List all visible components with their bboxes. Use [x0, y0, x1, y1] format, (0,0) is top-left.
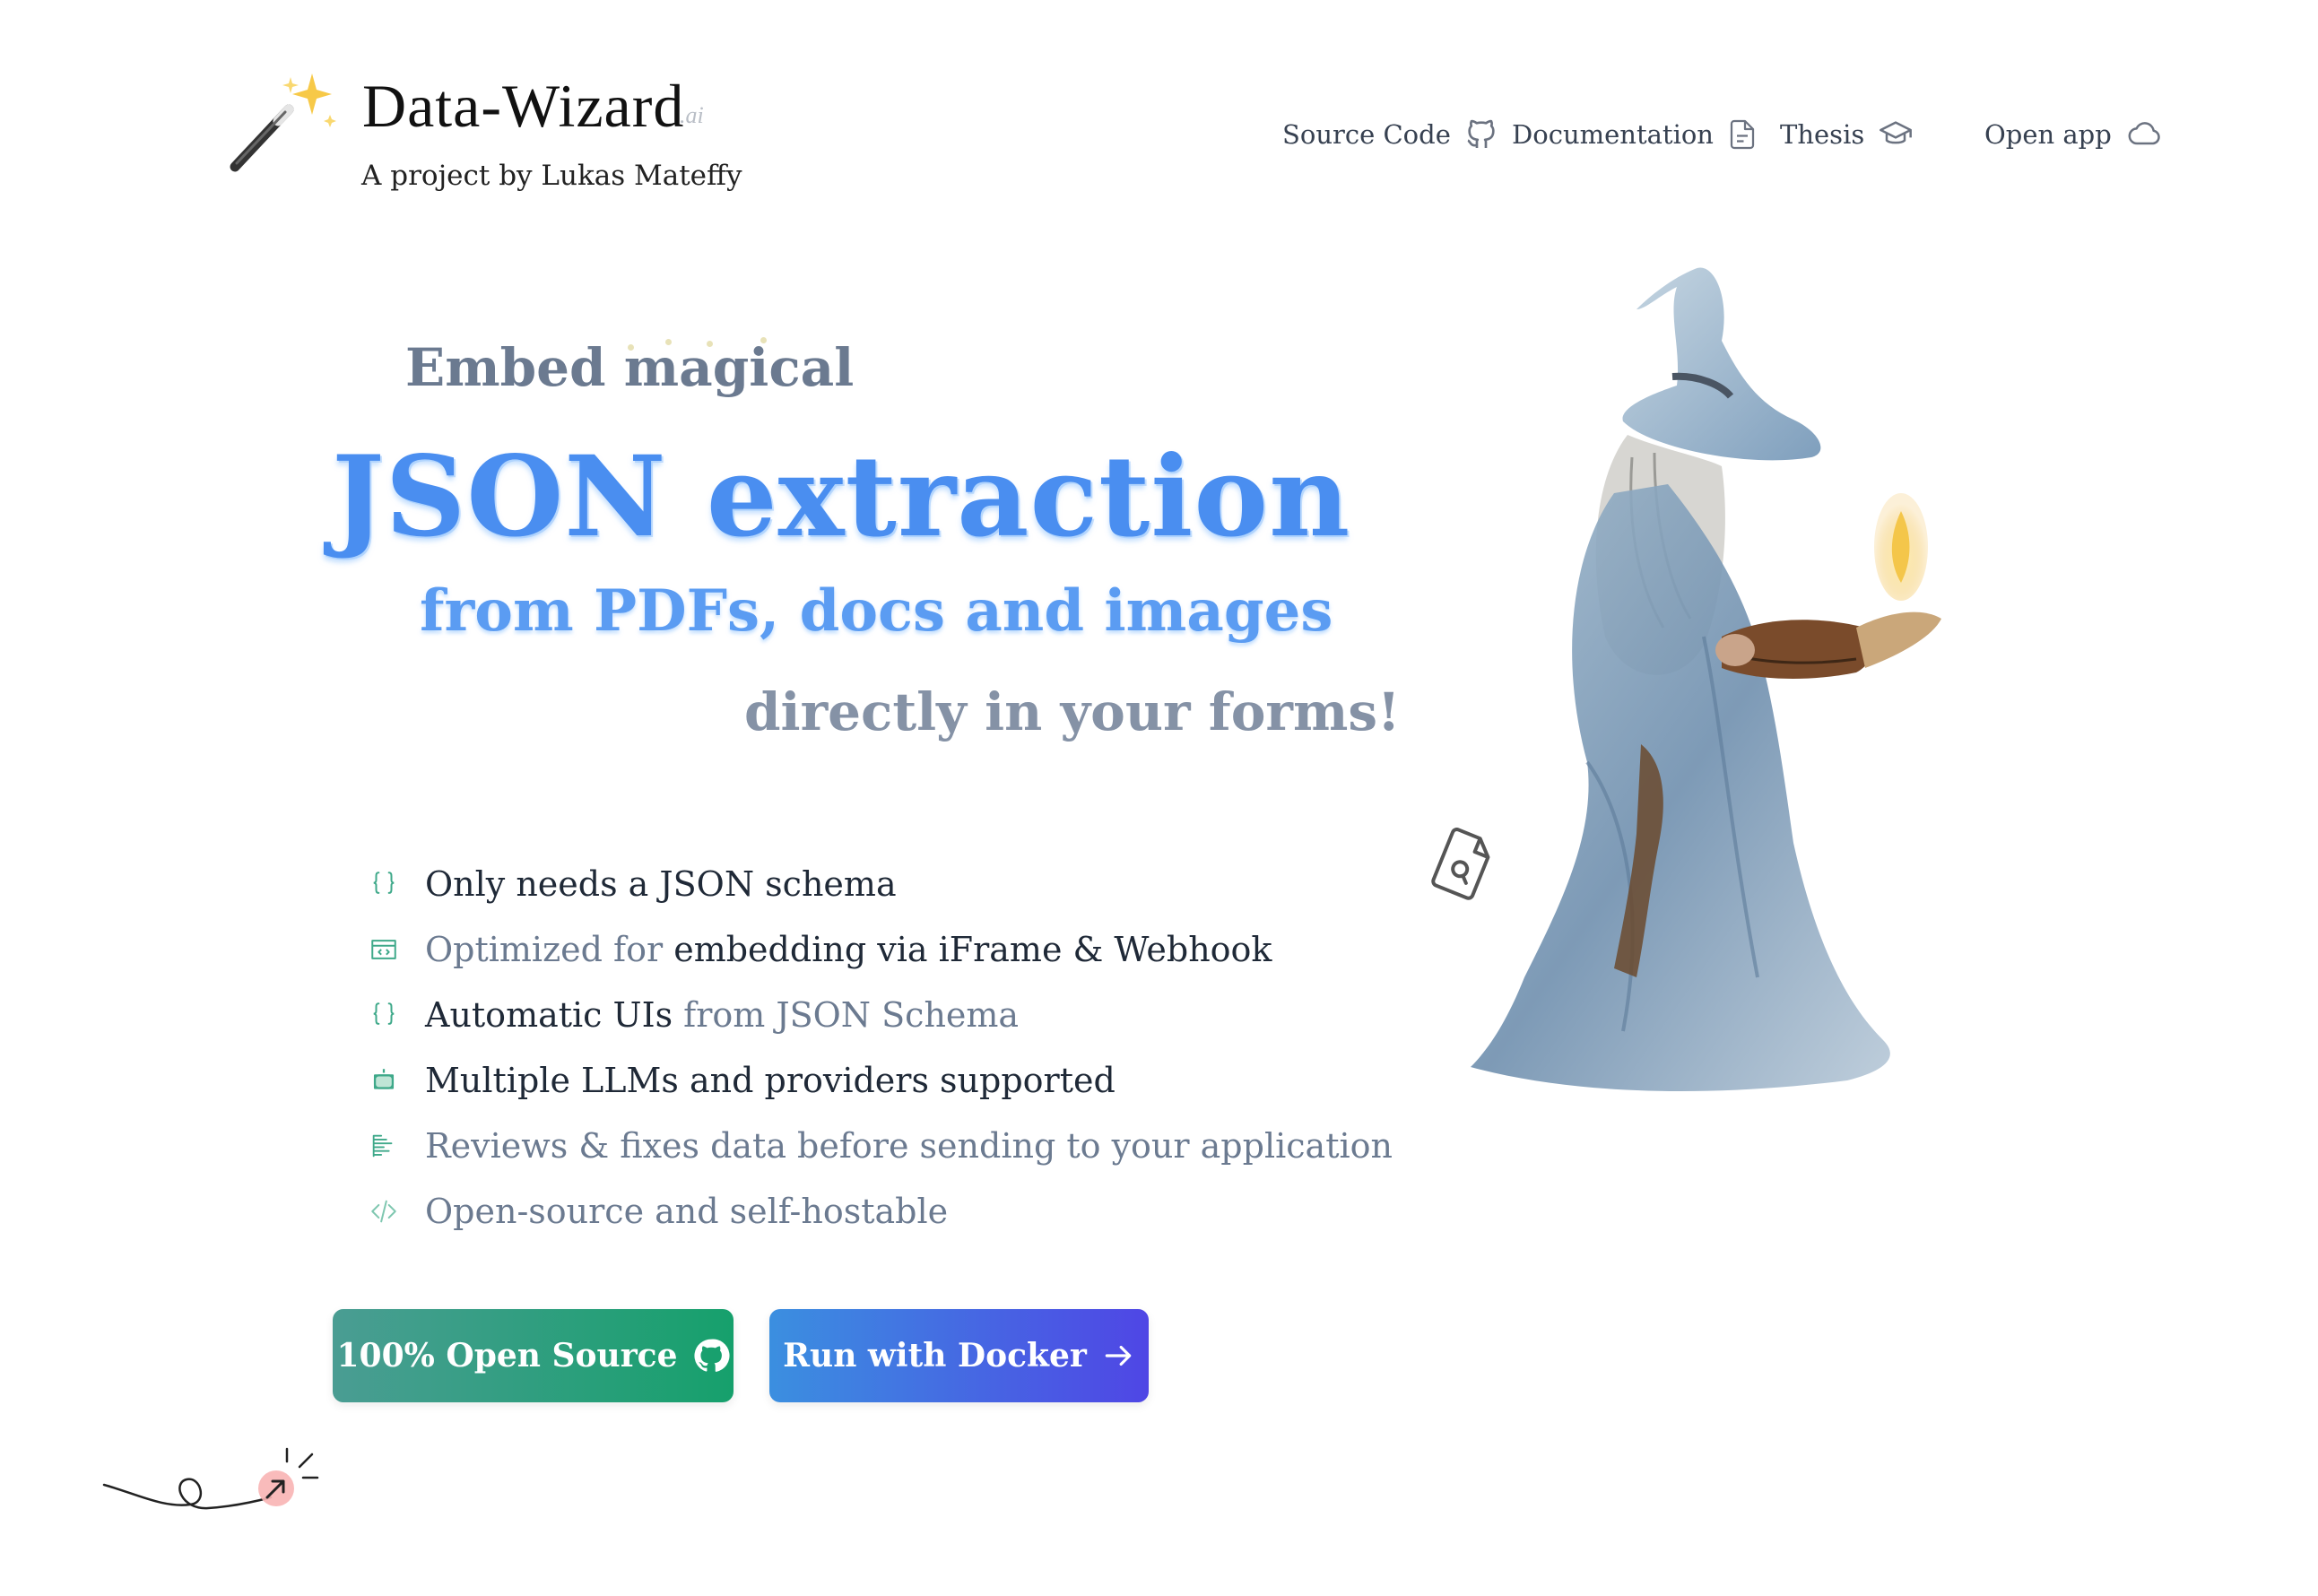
nav-source-code-link[interactable]: Source Code	[1282, 113, 1499, 156]
code-icon	[366, 1193, 402, 1229]
braces-icon	[366, 866, 402, 902]
run-with-docker-button-label: Run with Docker	[783, 1337, 1087, 1375]
run-with-docker-button[interactable]: Run with Docker	[769, 1309, 1149, 1402]
nav-documentation-label: Documentation	[1512, 119, 1714, 150]
brand-suffix: .ai	[680, 102, 704, 128]
cloud-icon	[2128, 122, 2160, 145]
robot-icon	[366, 1063, 402, 1098]
open-source-button-label: 100% Open Source	[336, 1337, 678, 1375]
feature-text: Only needs a JSON schema	[425, 864, 897, 904]
github-icon	[693, 1339, 730, 1372]
list-review-icon	[366, 1128, 402, 1164]
feature-text-muted: Open-source and self-hostable	[425, 1192, 949, 1231]
feature-text: embedding via iFrame & Webhook	[673, 930, 1272, 969]
github-icon	[1467, 119, 1495, 148]
feature-item: Multiple LLMs and providers supported	[366, 1055, 1116, 1106]
nav-thesis-label: Thesis	[1780, 119, 1865, 150]
hero-title: JSON extraction	[332, 432, 1351, 562]
feature-text-muted: Reviews & fixes data before sending to y…	[425, 1126, 1393, 1166]
hero-subheading: Embed magical	[405, 337, 855, 398]
nav-thesis-link[interactable]: Thesis	[1780, 113, 1914, 156]
braces-icon	[366, 997, 402, 1033]
feature-text: Automatic UIs	[425, 995, 684, 1035]
feature-item: Automatic UIs from JSON Schema	[366, 990, 1019, 1040]
nav-open-app-link[interactable]: Open app	[1984, 113, 2166, 156]
nav-open-app-label: Open app	[1984, 119, 2112, 150]
embed-window-icon	[366, 932, 402, 967]
nav-documentation-link[interactable]: Documentation	[1512, 113, 1758, 156]
feature-item: Reviews & fixes data before sending to y…	[366, 1121, 1393, 1171]
feature-text-muted: from JSON Schema	[683, 995, 1020, 1035]
graduation-cap-icon	[1880, 121, 1913, 144]
squiggle-cursor-doodle	[100, 1438, 325, 1540]
brand-name[interactable]: Data-Wizard	[362, 70, 684, 142]
arrow-right-icon	[1105, 1345, 1132, 1366]
brand-tagline: A project by Lukas Mateffy	[361, 160, 742, 192]
feature-text-muted: Optimized for	[425, 930, 674, 969]
document-icon	[1730, 119, 1755, 150]
open-source-button[interactable]: 100% Open Source	[333, 1309, 734, 1402]
hero-tagline: directly in your forms!	[744, 681, 1401, 742]
magic-wand-logo-icon	[226, 70, 341, 178]
feature-item: Optimized for embedding via iFrame & Web…	[366, 924, 1272, 975]
hero-sources-line: from PDFs, docs and images	[420, 577, 1333, 645]
feature-item: Only needs a JSON schema	[366, 859, 897, 909]
feature-text: Multiple LLMs and providers supported	[425, 1061, 1116, 1100]
feature-item: Open-source and self-hostable	[366, 1186, 948, 1236]
wizard-illustration	[1435, 260, 2062, 1115]
nav-source-code-label: Source Code	[1282, 119, 1451, 150]
